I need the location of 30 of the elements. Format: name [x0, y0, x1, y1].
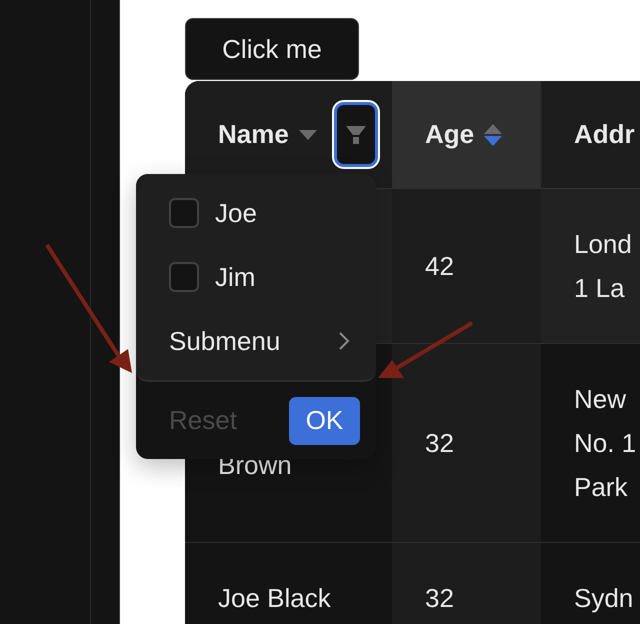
filter-button[interactable]: [334, 102, 378, 167]
option-label: Jim: [215, 262, 256, 292]
address-text: Sydn: [574, 582, 634, 615]
address-text: No. 1: [574, 427, 638, 460]
checkbox[interactable]: [169, 262, 199, 292]
filter-option[interactable]: Jim: [136, 245, 376, 309]
address-text: Lond: [574, 228, 633, 261]
age-text: 32: [425, 427, 455, 460]
funnel-icon: [345, 124, 367, 146]
column-header[interactable]: Addr: [541, 81, 640, 188]
column-title: Addr: [574, 119, 635, 150]
ok-button[interactable]: OK: [289, 396, 360, 444]
age-text: 32: [425, 582, 455, 615]
sort-down-icon[interactable]: [484, 136, 502, 146]
column-title: Name: [218, 119, 289, 150]
sort-up-icon[interactable]: [484, 124, 502, 134]
sort-down-icon[interactable]: [298, 130, 317, 140]
submenu-item[interactable]: Submenu: [136, 309, 376, 373]
address-text: Park: [574, 471, 628, 504]
click-button[interactable]: Click me: [185, 18, 359, 80]
checkbox[interactable]: [169, 198, 199, 228]
address-text: New: [574, 383, 628, 416]
column-header[interactable]: Age: [392, 81, 541, 188]
column-title: Age: [425, 119, 474, 150]
address-text: 1 La: [574, 272, 626, 305]
chevron-right-icon: [338, 331, 350, 351]
name-text: Joe Black: [218, 582, 332, 615]
option-label: Joe: [215, 198, 257, 228]
submenu-label: Submenu: [169, 326, 280, 356]
age-text: 42: [425, 250, 455, 283]
